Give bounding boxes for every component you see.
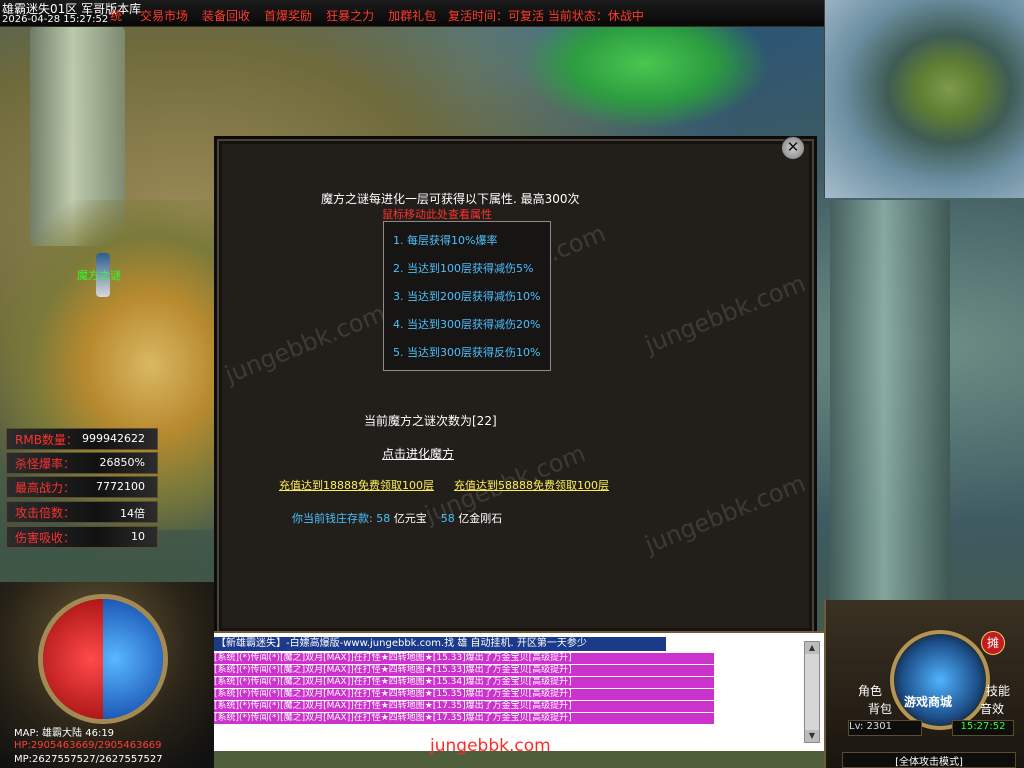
clock-display: 15:27:52 (952, 720, 1014, 736)
attack-mode-button[interactable]: [全体攻击模式] (842, 752, 1016, 768)
evolve-cube-link[interactable]: 点击进化魔方 (382, 445, 454, 462)
stat-rmb: RMB数量： 999942622 (6, 428, 158, 450)
bank-yuanbao-unit: 亿元宝 (393, 512, 427, 525)
top-menu: 统 交易市场 装备回收 首爆奖励 狂暴之力 加群礼包 (110, 7, 450, 24)
menu-item-first-drop[interactable]: 首爆奖励 (264, 7, 312, 24)
chat-line: [系统](*)传闻(*)[魔之]双月[MAX]]在打怪★四转地图★[17.35]… (214, 701, 714, 712)
stall-button[interactable]: 摊 (981, 631, 1005, 655)
map-info: MAP: 雄霸大陆 46:19 (14, 728, 115, 739)
attribute-list: 1. 每层获得10%爆率 2. 当达到100层获得减伤5% 3. 当达到200层… (383, 221, 551, 371)
player-name: 魔方之谜 (77, 269, 121, 282)
menu-item-market[interactable]: 交易市场 (140, 7, 188, 24)
stat-damage-absorb: 伤害吸收： 10 (6, 526, 158, 548)
dialog-description: 魔方之谜每进化一层可获得以下属性. 最高300次 (321, 192, 580, 206)
scroll-up-icon[interactable]: ▲ (805, 642, 819, 654)
bank-label: 你当前钱庄存款: (292, 512, 373, 525)
stat-value: 14倍 (120, 507, 145, 520)
chat-scrollbar[interactable]: ▲ ▼ (804, 641, 820, 743)
menu-item-berserk[interactable]: 狂暴之力 (326, 7, 374, 24)
stat-label: 杀怪爆率： (15, 457, 76, 471)
chat-panel[interactable]: 【新雄霸迷失】-白嫖高爆版-www.jungebbk.com.找 雄 自动挂机.… (214, 631, 824, 751)
server-datetime: 2026-04-28 15:27:52 (2, 14, 109, 25)
attribute-item: 4. 当达到300层获得减伤20% (393, 318, 541, 331)
chat-line: [系统](*)传闻(*)[魔之]双月[MAX]]在打怪★四转地图★[15.34]… (214, 677, 714, 688)
level-display: Lv: 2301 (848, 720, 922, 736)
sound-button[interactable]: 音效 (980, 700, 1004, 717)
stat-value: 999942622 (82, 432, 145, 445)
recharge-18888-link[interactable]: 充值达到18888免费领取100层 (279, 477, 434, 493)
attribute-item: 3. 当达到200层获得减伤10% (393, 290, 541, 303)
hp-mp-orb (38, 594, 168, 724)
mp-info: MP:2627557527/2627557527 (14, 754, 163, 765)
scroll-down-icon[interactable]: ▼ (805, 730, 819, 742)
top-bar: 雄霸迷失01区 军哥版本库 2026-04-28 15:27:52 统 交易市场… (0, 0, 824, 27)
bank-deposit: 你当前钱庄存款: 58 亿元宝 58 亿金刚石 (292, 510, 502, 526)
chat-line: [系统](*)传闻(*)[魔之]双月[MAX]]在打怪★四转地图★[15.33]… (214, 665, 714, 676)
stat-value: 7772100 (96, 480, 145, 493)
minimap[interactable] (824, 0, 1024, 198)
hp-info: HP:2905463669/2905463669 (14, 740, 162, 751)
stat-drop-rate: 杀怪爆率： 26850% (6, 452, 158, 474)
stat-label: 伤害吸收： (15, 531, 76, 545)
role-button[interactable]: 角色 (858, 682, 882, 699)
attribute-item: 5. 当达到300层获得反伤10% (393, 346, 541, 359)
menu-item-group-gift[interactable]: 加群礼包 (388, 7, 436, 24)
menu-item-system[interactable]: 统 (110, 7, 122, 24)
cube-dialog (214, 136, 817, 636)
menu-item-recycle[interactable]: 装备回收 (202, 7, 250, 24)
mp-orb-half (103, 599, 163, 719)
skill-button[interactable]: 技能 (986, 682, 1010, 699)
attribute-item: 1. 每层获得10%爆率 (393, 234, 498, 247)
store-orb[interactable] (890, 630, 990, 730)
bank-diamond-unit: 亿金刚石 (458, 512, 503, 525)
stat-label: 攻击倍数： (15, 506, 76, 520)
hp-orb-half (43, 599, 103, 719)
attribute-item: 2. 当达到100层获得减伤5% (393, 262, 534, 275)
chat-line: [系统](*)传闻(*)[魔之]双月[MAX]]在打怪★四转地图★[15.35]… (214, 689, 714, 700)
stat-value: 10 (131, 530, 145, 543)
store-button[interactable]: 游戏商城 (904, 693, 952, 710)
recharge-58888-link[interactable]: 充值达到58888免费领取100层 (454, 477, 609, 493)
revive-status: 复活时间：可复活 当前状态：休战中 (448, 9, 644, 23)
close-icon[interactable]: ✕ (781, 136, 805, 160)
stat-label: 最高战力： (15, 481, 76, 495)
chat-announcement: 【新雄霸迷失】-白嫖高爆版-www.jungebbk.com.找 雄 自动挂机.… (214, 637, 666, 651)
scenery-pillar-right (830, 200, 950, 620)
bag-button[interactable]: 背包 (868, 700, 892, 717)
dialog-hint[interactable]: 鼠标移动此处查看属性 (382, 206, 492, 222)
player-character[interactable]: 魔方之谜 (77, 245, 121, 305)
cube-count: 当前魔方之谜次数为[22] (364, 414, 497, 428)
stat-label: RMB数量： (15, 433, 78, 447)
bank-diamond-amount: 58 (440, 512, 455, 525)
stat-max-power: 最高战力： 7772100 (6, 476, 158, 498)
chat-line: [系统](*)传闻(*)[魔之]双月[MAX]]在打怪★四转地图★[17.35]… (214, 713, 714, 724)
scenery-leaf (520, 20, 770, 130)
chat-line: [系统](*)传闻(*)[魔之]双月[MAX]]在打怪★四转地图★[15.33]… (214, 653, 714, 664)
bank-yuanbao-amount: 58 (376, 512, 391, 525)
stat-attack-multiplier: 攻击倍数： 14倍 (6, 501, 158, 523)
stat-value: 26850% (99, 456, 145, 469)
watermark-url: jungebbk.com (430, 736, 551, 756)
